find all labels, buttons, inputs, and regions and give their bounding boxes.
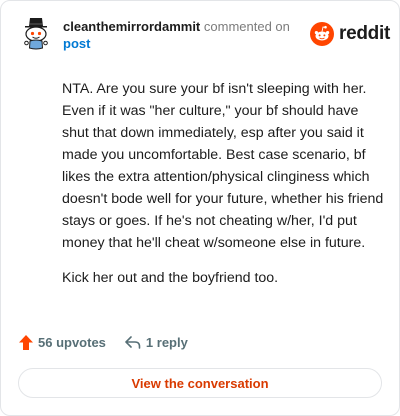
reply-button[interactable]: 1 reply: [124, 335, 188, 350]
view-conversation-button[interactable]: View the conversation: [18, 368, 382, 398]
reddit-logo[interactable]: reddit: [310, 22, 390, 46]
embedded-comment-card: cleanthemirrordammit commented on post r…: [0, 0, 400, 416]
reddit-logo-icon: [310, 22, 334, 46]
snoo-avatar-icon: [24, 18, 48, 50]
comment-header: cleanthemirrordammit commented on post: [63, 18, 293, 52]
comment-body: NTA. Are you sure your bf isn't sleeping…: [62, 78, 384, 302]
reply-count: 1 reply: [145, 335, 188, 350]
commented-on-text: commented on: [203, 19, 290, 34]
upvote-count: 56 upvotes: [38, 335, 106, 350]
username-link[interactable]: cleanthemirrordammit: [63, 19, 200, 34]
comment-paragraph: Kick her out and the boyfriend too.: [62, 270, 279, 286]
comment-actions: 56 upvotes 1 reply: [18, 334, 188, 351]
upvote-arrow-icon: [19, 335, 33, 350]
user-avatar[interactable]: [20, 15, 52, 51]
comment-paragraph: NTA. Are you sure your bf isn't sleeping…: [62, 81, 384, 251]
post-link[interactable]: post: [63, 35, 293, 52]
reply-arrow-icon: [125, 336, 141, 349]
reddit-wordmark: reddit: [339, 23, 390, 44]
upvote-button[interactable]: 56 upvotes: [18, 334, 106, 351]
